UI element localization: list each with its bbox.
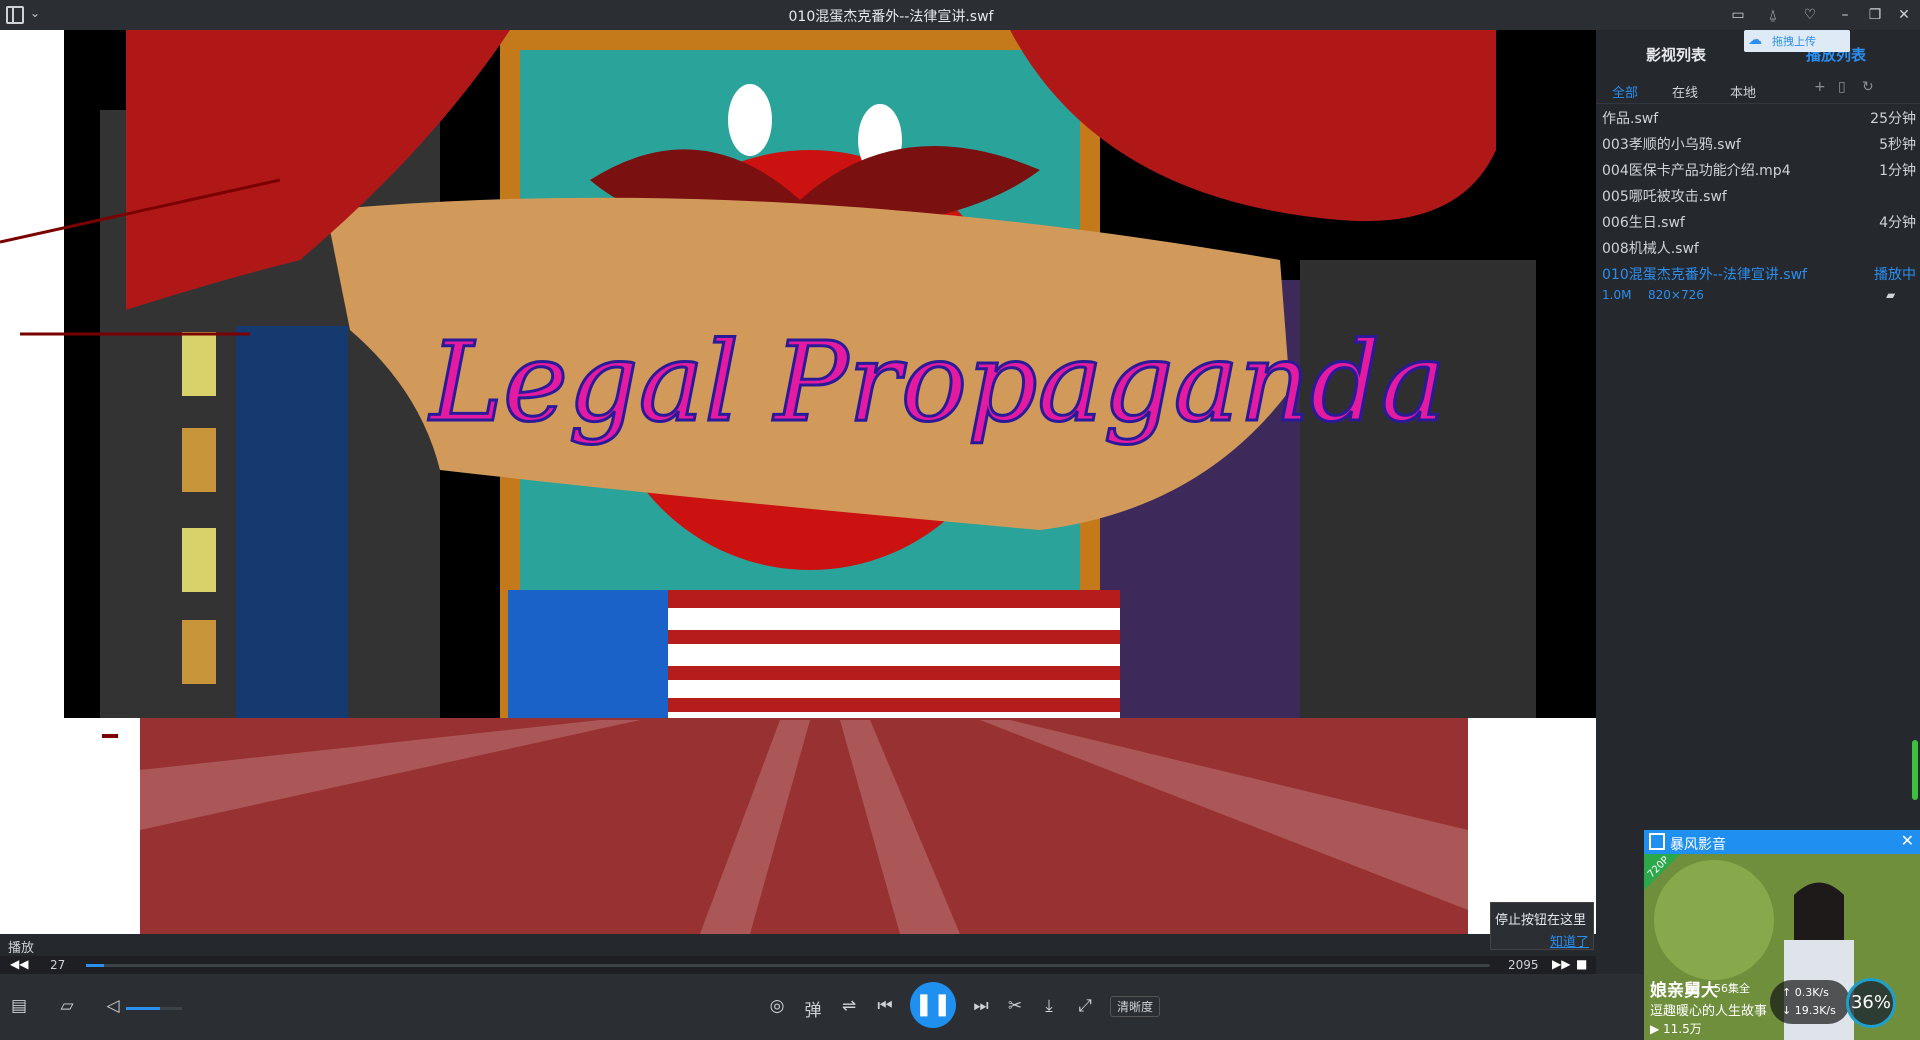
playlist-item[interactable]: 作品.swf 25分钟 bbox=[1596, 104, 1920, 130]
download-icon[interactable]: ⤓ bbox=[1036, 996, 1062, 1016]
close-icon[interactable]: ✕ bbox=[1901, 831, 1914, 850]
video-canvas[interactable]: Legal Propaganda bbox=[0, 30, 1596, 934]
playlist-item-active[interactable]: 010混蛋杰克番外--法律宣讲.swf 播放中 bbox=[1596, 260, 1920, 286]
tooltip-text: 停止按钮在这里 bbox=[1495, 913, 1587, 928]
banner-text: Legal Propaganda bbox=[428, 318, 1446, 446]
skin-icon[interactable]: ♡ bbox=[1799, 4, 1821, 26]
danmaku-button[interactable]: 弹 bbox=[800, 996, 826, 1021]
pause-button[interactable]: ❚❚ bbox=[910, 982, 956, 1028]
video-frame: Legal Propaganda bbox=[0, 30, 1596, 934]
playlist-item[interactable]: 008机械人.swf bbox=[1596, 234, 1920, 260]
stop-icon[interactable]: ■ bbox=[1576, 957, 1587, 971]
download-speed: ↓ 19.3K/s bbox=[1782, 1004, 1836, 1017]
total-time: 2095 bbox=[1508, 958, 1539, 972]
upload-speed: ↑ 0.3K/s bbox=[1782, 986, 1829, 999]
window-title: 010混蛋杰克番外--法律宣讲.swf bbox=[788, 9, 994, 25]
view-count: ▶ 11.5万 bbox=[1650, 1022, 1702, 1036]
subtab-online[interactable]: 在线 bbox=[1672, 82, 1698, 101]
settings-sliders-icon[interactable]: ⇌ bbox=[836, 996, 862, 1016]
playlist-item[interactable]: 005哪吒被攻击.swf bbox=[1596, 182, 1920, 208]
cloud-icon: ☁ bbox=[1748, 32, 1762, 48]
scroll-indicator bbox=[1912, 740, 1918, 800]
tab-video-list[interactable]: 影视列表 bbox=[1646, 44, 1706, 65]
seek-progress bbox=[86, 964, 105, 967]
volume-icon[interactable]: ◁ bbox=[100, 996, 126, 1016]
3d-icon[interactable]: ◎ bbox=[764, 996, 790, 1016]
subtab-all[interactable]: 全部 bbox=[1612, 82, 1638, 101]
quality-button[interactable]: 清晰度 bbox=[1110, 996, 1161, 1017]
network-speed-widget: ↑ 0.3K/s ↓ 19.3K/s bbox=[1770, 980, 1850, 1024]
rewind-icon[interactable]: ◀◀ bbox=[10, 957, 28, 971]
playlist-item[interactable]: 004医保卡产品功能介绍.mp4 1分钟 bbox=[1596, 156, 1920, 182]
minimize-icon[interactable]: – bbox=[1834, 4, 1856, 26]
seek-row: ◀◀ 27 2095 ▶▶ ■ bbox=[0, 956, 1596, 974]
notification-icon[interactable]: ⍙ bbox=[1762, 4, 1784, 26]
title-bar: ⌄ 010混蛋杰克番外--法律宣讲.swf ▭ ⍙ ♡ – ❐ ✕ bbox=[0, 0, 1920, 30]
ad-popup[interactable]: 暴风影音 ✕ 720P 娘亲舅大 56集全 逗趣暖心的人生故事 ▶ 11.5万 … bbox=[1644, 830, 1920, 1040]
seek-bar[interactable] bbox=[86, 964, 1490, 967]
add-icon[interactable]: + bbox=[1814, 79, 1826, 95]
add-file-icon[interactable]: ▯ bbox=[1838, 79, 1846, 95]
current-time: 27 bbox=[50, 958, 66, 972]
control-bar: ▤ ▱ ◁ ◎ 弹 ⇌ ⏮ ❚❚ ⏭ ✂ ⤓ ⤢ 清晰度 bbox=[0, 974, 1920, 1040]
refresh-icon[interactable]: ↻ bbox=[1862, 79, 1874, 95]
fast-forward-icon[interactable]: ▶▶ bbox=[1552, 957, 1570, 971]
toolbox-icon[interactable]: ▤ bbox=[6, 996, 32, 1016]
open-folder-icon[interactable]: ▰ bbox=[1886, 288, 1895, 302]
playlist: 作品.swf 25分钟 003孝顺的小乌鸦.swf 5秒钟 004医保卡产品功能介绍… bbox=[1596, 104, 1920, 308]
episode-count: 56集全 bbox=[1714, 982, 1750, 995]
file-size: 1.0M bbox=[1602, 288, 1632, 302]
show-subtitle: 逗趣暖心的人生故事 bbox=[1650, 1004, 1768, 1019]
quality-badge: 720P bbox=[1644, 854, 1680, 890]
cpu-usage: 36% bbox=[1846, 978, 1896, 1028]
brand-logo-icon bbox=[1649, 833, 1665, 850]
show-name: 娘亲舅大 bbox=[1650, 981, 1718, 1001]
next-icon[interactable]: ⏭ bbox=[968, 996, 994, 1016]
fullscreen-icon[interactable]: ⤢ bbox=[1072, 996, 1098, 1016]
playlist-item[interactable]: 006生日.swf 4分钟 bbox=[1596, 208, 1920, 234]
volume-slider[interactable] bbox=[126, 1007, 182, 1010]
playlist-item[interactable]: 003孝顺的小乌鸦.swf 5秒钟 bbox=[1596, 130, 1920, 156]
ad-brand: 暴风影音 bbox=[1670, 837, 1726, 853]
stop-hint-tooltip: 停止按钮在这里 知道了 bbox=[1490, 902, 1594, 950]
status-label: 播放 bbox=[8, 941, 35, 956]
upload-badge[interactable]: ☁ 拖拽上传 bbox=[1744, 30, 1850, 52]
open-folder-icon[interactable]: ▱ bbox=[54, 996, 80, 1016]
restore-icon[interactable]: ❐ bbox=[1864, 4, 1886, 26]
volume-level bbox=[126, 1007, 160, 1010]
tooltip-dismiss-link[interactable]: 知道了 bbox=[1550, 931, 1589, 950]
active-item-meta: 1.0M 820×726 ▰ bbox=[1596, 286, 1920, 308]
close-icon[interactable]: ✕ bbox=[1893, 4, 1915, 26]
upload-label: 拖拽上传 bbox=[1772, 35, 1816, 48]
subtab-local[interactable]: 本地 bbox=[1730, 82, 1756, 101]
previous-icon[interactable]: ⏮ bbox=[872, 996, 898, 1016]
cut-icon[interactable]: ✂ bbox=[1002, 996, 1028, 1016]
feedback-icon[interactable]: ▭ bbox=[1727, 4, 1749, 26]
resolution: 820×726 bbox=[1648, 288, 1704, 302]
